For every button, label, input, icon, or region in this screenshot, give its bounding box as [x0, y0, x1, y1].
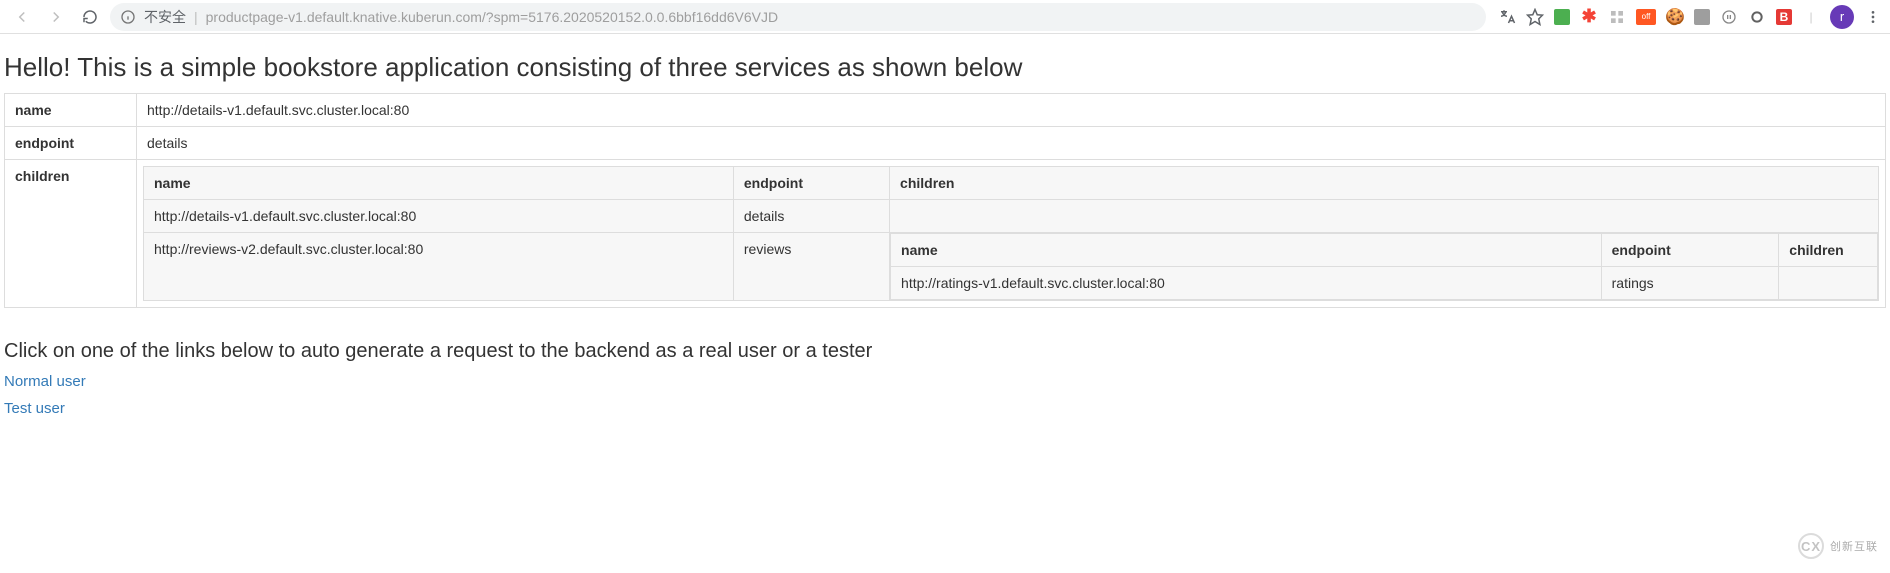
- info-icon: [120, 9, 136, 25]
- back-button[interactable]: [8, 3, 36, 31]
- value-children: name endpoint children http://details-v1…: [137, 160, 1886, 308]
- child0-name: http://details-v1.default.svc.cluster.lo…: [144, 200, 734, 233]
- forward-button[interactable]: [42, 3, 70, 31]
- gc-row-0: http://ratings-v1.default.svc.cluster.lo…: [891, 267, 1878, 300]
- gc-col-name: name: [891, 234, 1602, 267]
- col-children: children: [890, 167, 1879, 200]
- gc-col-endpoint: endpoint: [1601, 234, 1779, 267]
- translate-icon[interactable]: [1498, 8, 1516, 26]
- ext-red-icon[interactable]: B: [1776, 9, 1792, 25]
- row-endpoint: endpoint details: [5, 127, 1886, 160]
- child0-children: [890, 200, 1879, 233]
- watermark-text: 创新互联: [1830, 538, 1878, 554]
- ext-green-icon[interactable]: [1554, 9, 1570, 25]
- child0-endpoint: details: [733, 200, 889, 233]
- divider: |: [194, 9, 198, 25]
- child1-endpoint: reviews: [733, 233, 889, 301]
- ext-off-icon[interactable]: off: [1636, 9, 1656, 25]
- value-name: http://details-v1.default.svc.cluster.lo…: [137, 94, 1886, 127]
- value-endpoint: details: [137, 127, 1886, 160]
- gc0-endpoint: ratings: [1601, 267, 1779, 300]
- gc0-children: [1779, 267, 1878, 300]
- col-name: name: [144, 167, 734, 200]
- service-table: name http://details-v1.default.svc.clust…: [4, 93, 1886, 308]
- page-content: Hello! This is a simple bookstore applic…: [0, 34, 1890, 447]
- profile-avatar[interactable]: r: [1830, 5, 1854, 29]
- watermark-logo: CX: [1798, 533, 1824, 559]
- ext-pause-icon[interactable]: [1720, 8, 1738, 26]
- label-endpoint: endpoint: [5, 127, 137, 160]
- normal-user-link[interactable]: Normal user: [4, 373, 1886, 390]
- ext-grid-icon[interactable]: [1608, 8, 1626, 26]
- gc-col-children: children: [1779, 234, 1878, 267]
- menu-icon[interactable]: [1864, 8, 1882, 26]
- insecure-label: 不安全: [144, 7, 186, 27]
- label-name: name: [5, 94, 137, 127]
- watermark: CX 创新互联: [1798, 533, 1878, 559]
- grandchildren-table: name endpoint children http://ratings-v1…: [890, 233, 1878, 300]
- page-heading: Hello! This is a simple bookstore applic…: [4, 52, 1886, 83]
- children-table: name endpoint children http://details-v1…: [143, 166, 1879, 301]
- child1-children: name endpoint children http://ratings-v1…: [890, 233, 1879, 301]
- url-text: productpage-v1.default.knative.kuberun.c…: [206, 9, 778, 25]
- gc0-name: http://ratings-v1.default.svc.cluster.lo…: [891, 267, 1602, 300]
- address-bar[interactable]: 不安全 | productpage-v1.default.knative.kub…: [110, 3, 1486, 31]
- row-name: name http://details-v1.default.svc.clust…: [5, 94, 1886, 127]
- label-children: children: [5, 160, 137, 308]
- child1-name: http://reviews-v2.default.svc.cluster.lo…: [144, 233, 734, 301]
- ext-circle-icon[interactable]: [1748, 8, 1766, 26]
- page-subheading: Click on one of the links below to auto …: [4, 340, 1886, 363]
- reload-button[interactable]: [76, 3, 104, 31]
- test-user-link[interactable]: Test user: [4, 400, 1886, 417]
- ext-cookie-icon[interactable]: 🍪: [1666, 8, 1684, 26]
- row-children: children name endpoint children http://d…: [5, 160, 1886, 308]
- col-endpoint: endpoint: [733, 167, 889, 200]
- ext-asterisk-icon[interactable]: ✱: [1580, 8, 1598, 26]
- browser-toolbar: 不安全 | productpage-v1.default.knative.kub…: [0, 0, 1890, 34]
- extension-icons: ✱ off 🍪 B | r: [1498, 5, 1882, 29]
- child-row-0: http://details-v1.default.svc.cluster.lo…: [144, 200, 1879, 233]
- star-icon[interactable]: [1526, 8, 1544, 26]
- toolbar-divider: |: [1802, 8, 1820, 26]
- ext-book-icon[interactable]: [1694, 9, 1710, 25]
- child-row-1: http://reviews-v2.default.svc.cluster.lo…: [144, 233, 1879, 301]
